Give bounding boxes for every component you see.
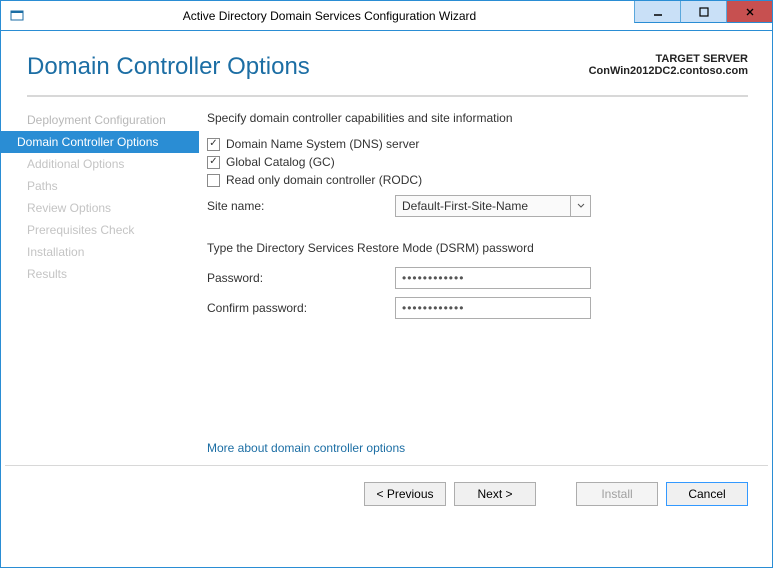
site-name-value: Default-First-Site-Name: [396, 199, 570, 213]
install-button[interactable]: Install: [576, 482, 658, 506]
nav-review-options[interactable]: Review Options: [1, 197, 203, 219]
title-bar[interactable]: Active Directory Domain Services Configu…: [1, 1, 772, 31]
capabilities-heading: Specify domain controller capabilities a…: [207, 111, 748, 125]
minimize-button[interactable]: [634, 1, 680, 23]
page-title: Domain Controller Options: [27, 53, 310, 81]
dns-checkbox[interactable]: [207, 138, 220, 151]
previous-button[interactable]: < Previous: [364, 482, 446, 506]
nav-installation[interactable]: Installation: [1, 241, 203, 263]
gc-checkbox-label: Global Catalog (GC): [226, 155, 335, 169]
cancel-button[interactable]: Cancel: [666, 482, 748, 506]
window-title: Active Directory Domain Services Configu…: [25, 9, 634, 23]
nav-additional-options[interactable]: Additional Options: [1, 153, 203, 175]
nav-deployment-configuration[interactable]: Deployment Configuration: [1, 109, 203, 131]
content-panel: Specify domain controller capabilities a…: [203, 97, 772, 465]
password-label: Password:: [207, 271, 395, 285]
page-header: Domain Controller Options TARGET SERVER …: [1, 31, 772, 89]
site-name-label: Site name:: [207, 199, 395, 213]
password-input[interactable]: ••••••••••••: [395, 267, 591, 289]
nav-prerequisites-check[interactable]: Prerequisites Check: [1, 219, 203, 241]
nav-domain-controller-options[interactable]: Domain Controller Options: [1, 131, 199, 153]
nav-results[interactable]: Results: [1, 263, 203, 285]
maximize-button[interactable]: [680, 1, 726, 23]
chevron-down-icon: [570, 196, 590, 216]
dsrm-heading: Type the Directory Services Restore Mode…: [207, 241, 748, 255]
confirm-password-label: Confirm password:: [207, 301, 395, 315]
footer: < Previous Next > Install Cancel: [5, 465, 768, 522]
dns-checkbox-label: Domain Name System (DNS) server: [226, 137, 419, 151]
help-link[interactable]: More about domain controller options: [207, 441, 405, 455]
gc-checkbox[interactable]: [207, 156, 220, 169]
close-button[interactable]: [726, 1, 772, 23]
wizard-steps-nav: Deployment Configuration Domain Controll…: [1, 97, 203, 465]
rodc-checkbox-label: Read only domain controller (RODC): [226, 173, 422, 187]
confirm-password-input[interactable]: ••••••••••••: [395, 297, 591, 319]
next-button[interactable]: Next >: [454, 482, 536, 506]
target-server-label: TARGET SERVER: [589, 53, 748, 65]
target-server-name: ConWin2012DC2.contoso.com: [589, 65, 748, 77]
app-icon: [9, 8, 25, 24]
rodc-checkbox[interactable]: [207, 174, 220, 187]
nav-paths[interactable]: Paths: [1, 175, 203, 197]
target-server-block: TARGET SERVER ConWin2012DC2.contoso.com: [589, 53, 748, 77]
site-name-select[interactable]: Default-First-Site-Name: [395, 195, 591, 217]
window-controls: [634, 1, 772, 30]
